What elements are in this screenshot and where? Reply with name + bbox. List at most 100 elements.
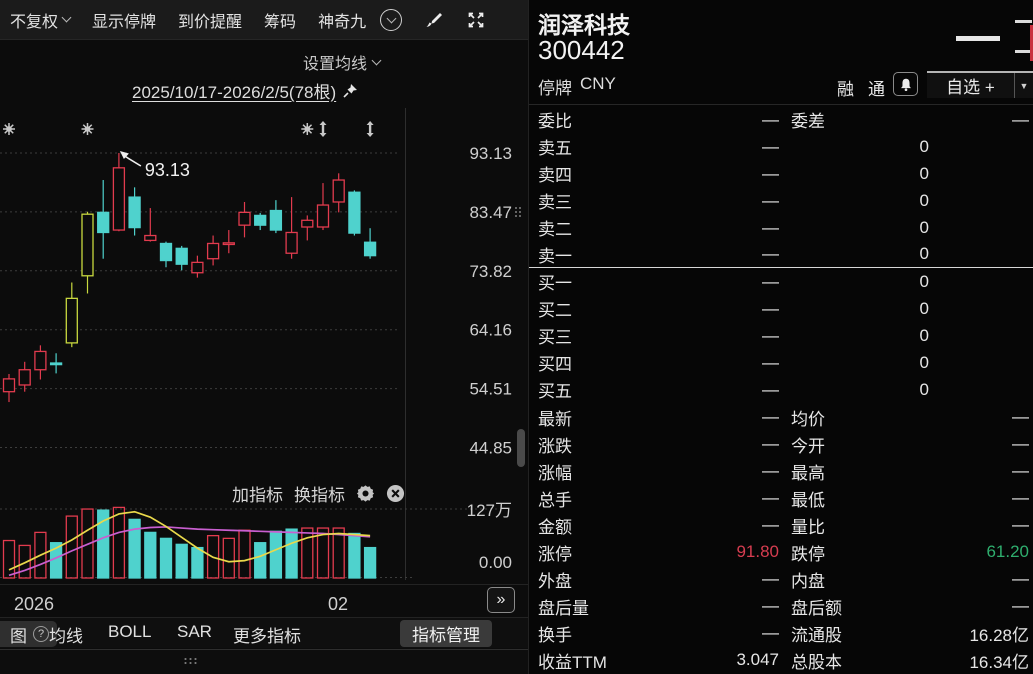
- order-volume: 0: [779, 380, 929, 400]
- show-suspended-button[interactable]: 显示停牌: [92, 8, 156, 32]
- tab-sar[interactable]: SAR: [177, 622, 212, 642]
- quote-value: 61.20: [901, 542, 1029, 562]
- stock-status: 停牌 CNY: [538, 74, 616, 99]
- drag-handle-icon[interactable]: [183, 657, 199, 665]
- header-divider: [529, 104, 1033, 105]
- quote-row: 买一—0: [529, 268, 1033, 295]
- candle-body: [365, 242, 376, 255]
- quote-label: 最高: [791, 459, 901, 484]
- volume-bar: [113, 507, 124, 578]
- candle-body: [223, 243, 234, 245]
- switch-indicator-button[interactable]: 换指标: [294, 481, 345, 506]
- quote-value: —: [666, 596, 779, 616]
- order-level-label: 卖三: [538, 188, 666, 213]
- quote-value: —: [666, 488, 779, 508]
- watchlist-dropdown[interactable]: ▼: [1014, 73, 1033, 98]
- quote-value: —: [666, 434, 779, 454]
- quote-row: 涨停91.80跌停61.20: [529, 539, 1033, 566]
- date-range-link[interactable]: 2025/10/17-2026/2/5(78根): [132, 78, 358, 103]
- more-indicators-button[interactable]: 更多指标: [233, 622, 301, 647]
- x-axis-label: 2026: [14, 594, 54, 614]
- adjust-mode-label: 不复权: [10, 8, 58, 32]
- kline-toolbar: 不复权 显示停牌 到价提醒 筹码 神奇九: [0, 0, 528, 40]
- quote-row: 最新—均价—: [529, 404, 1033, 431]
- scroll-right-button[interactable]: »: [487, 587, 515, 613]
- volume-ma-slow-line: [9, 527, 370, 575]
- quote-row: 卖五—0: [529, 133, 1033, 160]
- change-amount-dash: [1015, 20, 1032, 23]
- quote-table: 委比—委差—卖五—0卖四—0卖三—0卖二—0卖一—0买一—0买二—0买三—0买四…: [529, 106, 1033, 674]
- order-level-label: 买四: [538, 350, 666, 375]
- quote-row: 盘后量—盘后额—: [529, 593, 1033, 620]
- order-price: —: [666, 353, 779, 373]
- quote-row: 涨幅—最高—: [529, 458, 1033, 485]
- quote-label: 委比: [538, 107, 666, 132]
- quote-label: 最低: [791, 486, 901, 511]
- watchlist-label: 自选 +: [927, 73, 1014, 98]
- quote-value: —: [901, 569, 1029, 589]
- quote-value: —: [666, 569, 779, 589]
- quote-label: 收益TTM: [538, 648, 666, 673]
- order-volume: 0: [779, 218, 929, 238]
- stock-app-window: 不复权 显示停牌 到价提醒 筹码 神奇九: [0, 0, 1033, 674]
- quote-value: —: [901, 515, 1029, 535]
- quote-label: 量比: [791, 513, 901, 538]
- tab-ma[interactable]: 均线: [49, 622, 83, 647]
- axis-drag-handle[interactable]: [514, 206, 522, 218]
- order-level-label: 卖四: [538, 161, 666, 186]
- candle-body: [208, 243, 219, 258]
- high-annotation-label: 93.13: [145, 160, 190, 180]
- pin-icon: [342, 83, 358, 99]
- event-star-icon: [6, 126, 12, 132]
- quote-label: 跌停: [791, 540, 901, 565]
- quote-label: 外盘: [538, 567, 666, 592]
- close-icon[interactable]: [386, 484, 405, 503]
- quote-label: 内盘: [791, 567, 901, 592]
- quote-label: 最新: [538, 405, 666, 430]
- quote-value: —: [666, 407, 779, 427]
- volume-bar: [161, 538, 172, 578]
- order-price: —: [666, 272, 779, 292]
- chips-button[interactable]: 筹码: [264, 8, 296, 32]
- quote-label: 总手: [538, 486, 666, 511]
- quote-row: 卖二—0: [529, 214, 1033, 241]
- fullscreen-icon[interactable]: [466, 10, 486, 30]
- candle-body: [129, 197, 140, 228]
- help-icon[interactable]: ?: [33, 626, 49, 642]
- candle-body: [192, 262, 203, 272]
- order-volume: 0: [779, 244, 929, 264]
- ma-settings-dropdown[interactable]: 设置均线: [303, 50, 380, 74]
- updown-arrow-icon: [320, 121, 327, 125]
- quote-row: 买五—0: [529, 376, 1033, 403]
- stock-badges: 融 通: [837, 75, 885, 100]
- volume-bar: [192, 548, 203, 578]
- alert-bell-button[interactable]: [893, 72, 918, 96]
- quote-label: 总股本: [791, 648, 901, 673]
- order-level-label: 卖一: [538, 242, 666, 267]
- updown-arrow-icon: [367, 121, 374, 125]
- quote-row: 换手—流通股16.28亿: [529, 620, 1033, 647]
- quote-value: —: [901, 434, 1029, 454]
- collapse-circle-icon[interactable]: [380, 9, 402, 31]
- volume-bar: [286, 529, 297, 578]
- indicator-manage-button[interactable]: 指标管理: [400, 620, 492, 647]
- add-watchlist-button[interactable]: 自选 + ▼: [927, 71, 1033, 98]
- volume-pane-header: 加指标 换指标: [232, 481, 405, 506]
- indicator-toolbar: 图 ? 均线 BOLL SAR 更多指标 指标管理: [0, 617, 528, 648]
- quote-row: 买四—0: [529, 349, 1033, 376]
- magic-nine-button[interactable]: 神奇九: [318, 8, 366, 32]
- tab-boll[interactable]: BOLL: [108, 622, 151, 642]
- price-alert-button[interactable]: 到价提醒: [178, 8, 242, 32]
- order-level-label: 买五: [538, 377, 666, 402]
- quote-row: 外盘—内盘—: [529, 566, 1033, 593]
- status-suspended-label: 停牌: [538, 74, 572, 99]
- vertical-scrollbar-thumb[interactable]: [517, 429, 525, 467]
- brush-icon[interactable]: [424, 10, 444, 30]
- quote-label: 金额: [538, 513, 666, 538]
- add-indicator-button[interactable]: 加指标: [232, 481, 283, 506]
- volume-bar: [302, 528, 313, 578]
- connect-badge: 通: [868, 75, 885, 100]
- event-star-icon: [305, 126, 311, 132]
- adjust-mode-dropdown[interactable]: 不复权: [10, 8, 70, 32]
- gear-icon[interactable]: [356, 484, 375, 503]
